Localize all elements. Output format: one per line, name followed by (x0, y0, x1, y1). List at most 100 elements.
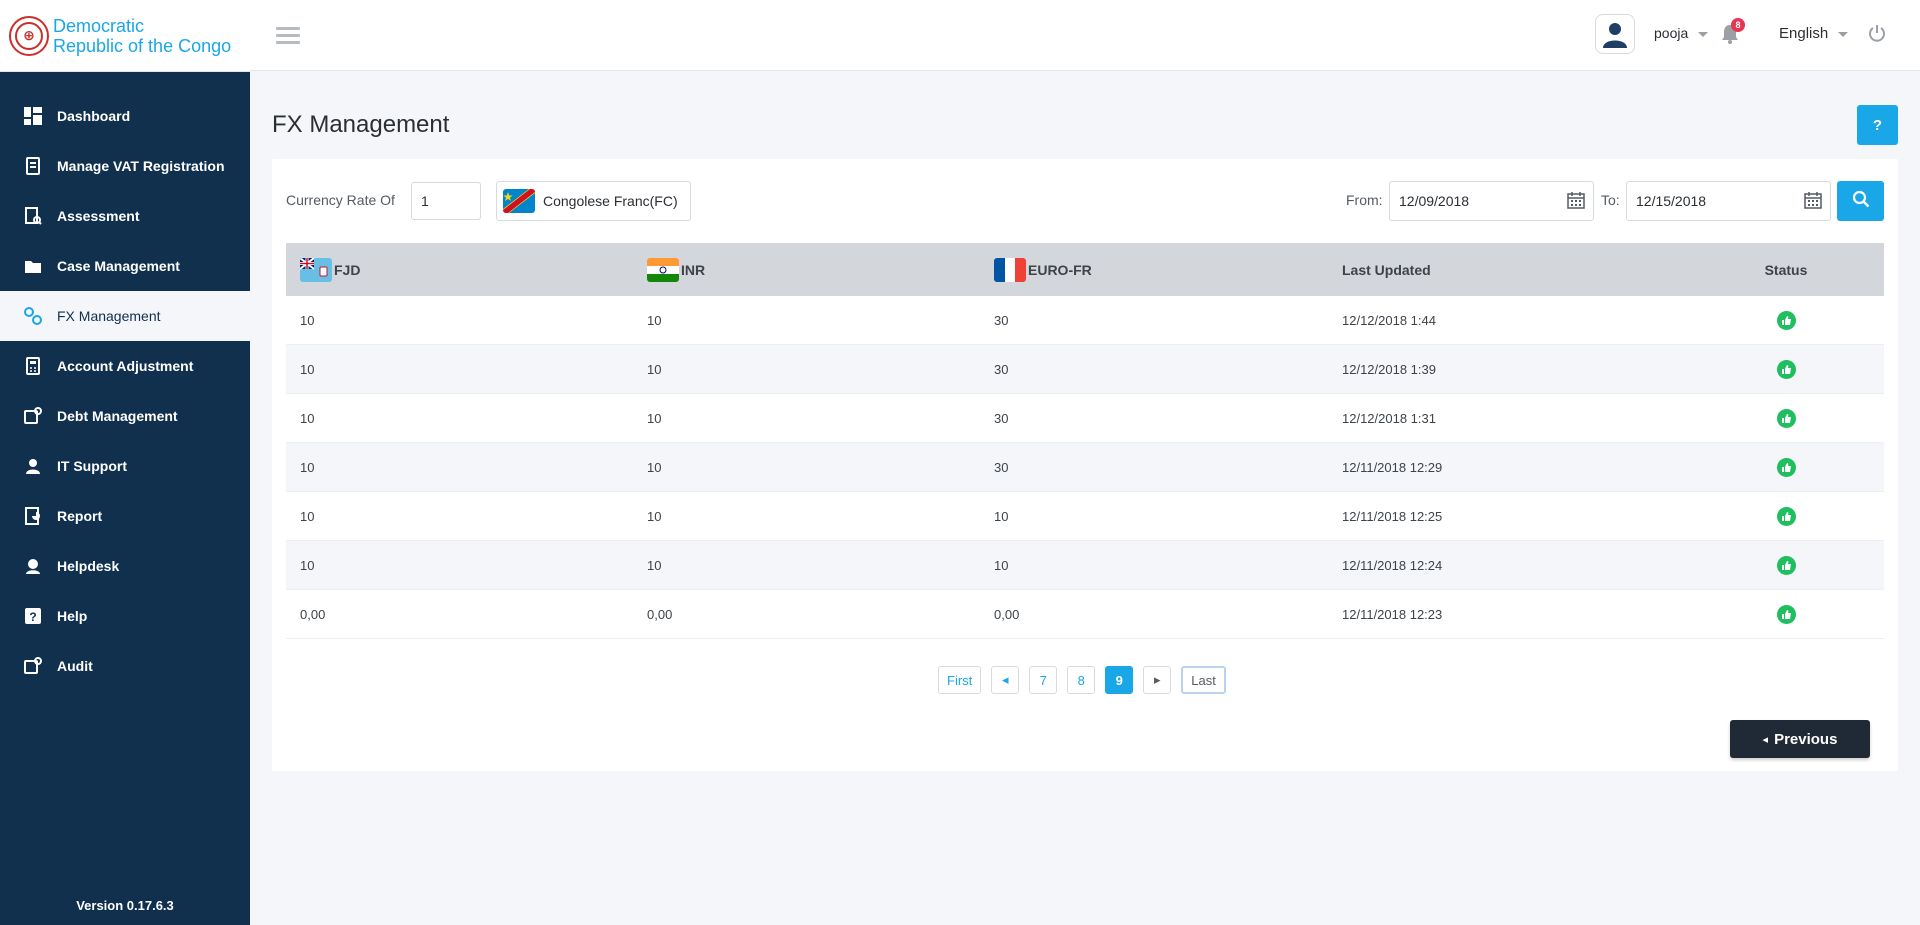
sidebar-item-audit[interactable]: Audit (0, 641, 250, 691)
username: pooja (1654, 25, 1689, 41)
page-7-button[interactable]: 7 (1029, 666, 1058, 694)
cell-status (1688, 604, 1884, 624)
cell-last-updated: 12/11/2018 12:25 (1342, 508, 1443, 524)
top-header: pooja 8 English (250, 0, 1920, 71)
to-date-value: 12/15/2018 (1636, 193, 1707, 209)
brand-name: Democratic Republic of the Congo (53, 16, 231, 56)
page-first-button[interactable]: First (938, 666, 982, 694)
col-inr-label: INR (681, 261, 706, 278)
svg-text:?: ? (29, 610, 36, 624)
cell-fjd: 0,00 (300, 606, 326, 622)
thumbs-up-icon[interactable] (1776, 408, 1796, 428)
cell-fjd: 10 (300, 361, 315, 377)
page-9-button[interactable]: 9 (1105, 666, 1134, 694)
notification-badge: 8 (1731, 18, 1745, 32)
cell-status (1688, 506, 1884, 526)
sidebar-item-label: FX Management (57, 308, 161, 324)
caret-left-icon: ◂ (1762, 733, 1769, 746)
thumbs-up-icon[interactable] (1776, 457, 1796, 477)
power-icon[interactable] (1868, 24, 1886, 47)
brand-line-2: Republic of the Congo (53, 35, 232, 56)
sidebar-item-debt-management[interactable]: Debt Management (0, 391, 250, 441)
search-button[interactable] (1837, 181, 1884, 221)
india-flag-icon (647, 257, 679, 282)
cell-euro: 10 (994, 508, 1009, 524)
table-row: 0,00 0,00 0,00 12/11/2018 12:23 (286, 590, 1884, 639)
col-last-updated[interactable]: Last Updated (1328, 262, 1688, 278)
sidebar-item-label: Debt Management (57, 408, 178, 424)
sidebar-item-helpdesk[interactable]: Helpdesk (0, 541, 250, 591)
table-row: 10 10 30 12/12/2018 1:39 (286, 345, 1884, 394)
sidebar-item-label: Audit (57, 658, 93, 674)
col-inr[interactable]: INR (633, 257, 980, 282)
cell-last-updated: 12/12/2018 1:44 (1342, 312, 1436, 328)
cell-euro: 30 (994, 361, 1009, 377)
app-version: Version 0.17.6.3 (76, 898, 174, 913)
assessment-icon (23, 206, 43, 226)
cell-last-updated: 12/12/2018 1:31 (1342, 410, 1436, 426)
sidebar-item-account-adjustment[interactable]: Account Adjustment (0, 341, 250, 391)
fx-table: FJD INR EURO-FR Last Updated Status 10 10… (286, 243, 1884, 639)
cell-inr: 10 (647, 459, 662, 475)
thumbs-up-icon[interactable] (1776, 604, 1796, 624)
language-select[interactable]: English (1779, 25, 1849, 42)
page-next-button[interactable]: ▸ (1143, 666, 1172, 694)
amount-input[interactable]: 1 (411, 182, 481, 220)
currency-rate-label: Currency Rate Of (286, 192, 395, 208)
sidebar-item-dashboard[interactable]: Dashboard (0, 91, 250, 141)
calendar-icon[interactable] (1567, 191, 1585, 212)
calendar-icon[interactable] (1804, 191, 1822, 212)
to-date-input[interactable]: 12/15/2018 (1626, 181, 1831, 221)
cell-inr: 0,00 (647, 606, 673, 622)
caret-left-icon: ◂ (1002, 672, 1009, 687)
from-label: From: (1346, 192, 1383, 208)
cell-status (1688, 457, 1884, 477)
user-menu[interactable]: pooja (1654, 25, 1709, 41)
currency-select[interactable]: Congolese Franc(FC) (496, 181, 691, 221)
avatar[interactable] (1595, 14, 1635, 54)
thumbs-up-icon[interactable] (1776, 506, 1796, 526)
fx-management-icon (23, 306, 43, 326)
page-last-button[interactable]: Last (1181, 666, 1226, 694)
cell-last-updated: 12/11/2018 12:23 (1342, 606, 1443, 622)
help-button[interactable]: ? (1857, 105, 1898, 145)
col-fjd[interactable]: FJD (286, 257, 633, 282)
cell-euro: 30 (994, 459, 1009, 475)
sidebar-item-label: Case Management (57, 258, 180, 274)
brand-line-1: Democratic (53, 15, 145, 36)
sidebar-item-fx-management[interactable]: FX Management (0, 291, 250, 341)
dashboard-icon (23, 106, 43, 126)
sidebar-item-help[interactable]: ? Help (0, 591, 250, 641)
logo[interactable]: ⊕ Democratic Republic of the Congo (0, 0, 250, 72)
table-row: 10 10 10 12/11/2018 12:25 (286, 492, 1884, 541)
table-body: 10 10 30 12/12/2018 1:44 10 10 30 12/12/2018 1:… (286, 296, 1884, 639)
col-euro[interactable]: EURO-FR (980, 257, 1328, 282)
cell-euro: 0,00 (994, 606, 1020, 622)
help-icon: ? (23, 606, 43, 626)
thumbs-up-icon[interactable] (1776, 359, 1796, 379)
pagination: First ◂ 7 8 9 ▸ Last (938, 666, 1226, 694)
sidebar-item-label: Assessment (57, 208, 140, 224)
sidebar-item-assessment[interactable]: Assessment (0, 191, 250, 241)
sidebar-item-manage-vat-registration[interactable]: Manage VAT Registration (0, 141, 250, 191)
previous-button[interactable]: ◂ Previous (1730, 720, 1870, 758)
thumbs-up-icon[interactable] (1776, 555, 1796, 575)
sidebar-nav: Dashboard Manage VAT Registration Assess… (0, 72, 250, 691)
sidebar-item-report[interactable]: Report (0, 491, 250, 541)
cell-euro: 30 (994, 312, 1009, 328)
page-8-button[interactable]: 8 (1067, 666, 1096, 694)
debt-management-icon (23, 406, 43, 426)
thumbs-up-icon[interactable] (1776, 310, 1796, 330)
cell-last-updated: 12/11/2018 12:24 (1342, 557, 1443, 573)
fiji-flag-icon (300, 257, 332, 282)
table-row: 10 10 30 12/12/2018 1:31 (286, 394, 1884, 443)
menu-toggle-icon[interactable] (276, 27, 300, 44)
from-date-input[interactable]: 12/09/2018 (1389, 181, 1594, 221)
col-fjd-label: FJD (334, 261, 361, 278)
sidebar-item-case-management[interactable]: Case Management (0, 241, 250, 291)
page-prev-button[interactable]: ◂ (991, 666, 1020, 694)
report-icon (23, 506, 43, 526)
cell-fjd: 10 (300, 557, 315, 573)
sidebar-item-it-support[interactable]: IT Support (0, 441, 250, 491)
col-status[interactable]: Status (1688, 262, 1884, 278)
